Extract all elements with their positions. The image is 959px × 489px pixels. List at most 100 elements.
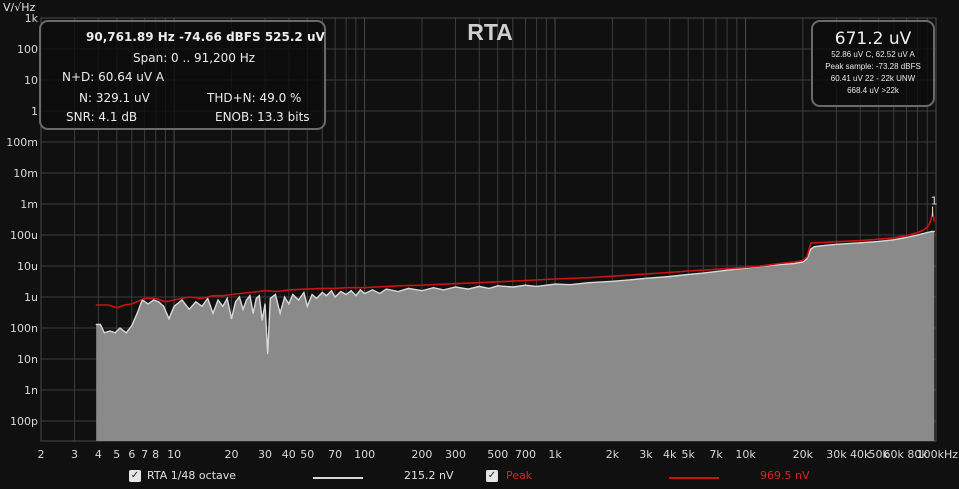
x-tick-label: 10 — [167, 448, 181, 461]
rta-point — [212, 312, 214, 314]
peak-point — [116, 307, 118, 309]
rta-point — [152, 299, 155, 301]
peak-point — [669, 271, 671, 274]
x-tick-label: 300 — [445, 448, 466, 461]
peak-point — [306, 288, 308, 290]
y-tick-label: 1n — [24, 384, 38, 397]
peak-point — [905, 235, 908, 237]
rta-point — [702, 272, 704, 274]
rta-point — [355, 295, 357, 297]
rta-point — [611, 280, 614, 282]
x-tick-label: 3 — [71, 448, 78, 461]
level-panel[interactable]: 671.2 uV 52.86 uV C, 62.52 uV A Peak sam… — [811, 20, 935, 107]
y-axis-unit: V/√Hz — [3, 1, 36, 14]
rta-point — [810, 248, 812, 250]
chart-title: RTA — [467, 19, 513, 45]
x-tick-label: 700 — [515, 448, 536, 461]
rta-point — [168, 318, 170, 320]
y-tick-label: 100 — [17, 43, 38, 56]
legend-rta-value: 215.2 nV — [404, 469, 454, 482]
rta-point — [778, 264, 780, 266]
peak-point — [893, 237, 895, 239]
y-tick-label: 10n — [17, 353, 38, 366]
rta-point — [588, 282, 590, 284]
rta-point — [926, 231, 928, 234]
peak-point — [588, 277, 590, 279]
rta-point — [162, 305, 165, 307]
y-tick-label: 10 — [24, 74, 38, 87]
rta-point — [385, 288, 387, 290]
rta-point — [242, 308, 244, 310]
x-tick-label: 5 — [113, 448, 120, 461]
peak-point — [277, 290, 279, 293]
rta-point — [813, 246, 816, 248]
x-tick-label: 6 — [128, 448, 135, 461]
rta-point — [269, 297, 271, 300]
peak-point — [124, 304, 126, 306]
rta-point — [274, 293, 276, 296]
rta-point — [316, 297, 318, 300]
x-tick-label: 5k — [682, 448, 696, 461]
peak-point — [645, 273, 647, 275]
rta-point — [252, 312, 254, 314]
rta-point — [283, 296, 286, 298]
rta-point — [238, 296, 240, 298]
rta-point — [222, 305, 224, 307]
rta-point — [488, 287, 490, 289]
peak-point — [878, 238, 880, 240]
peak-point — [144, 297, 146, 300]
rta-point — [173, 305, 175, 307]
rta-point — [306, 305, 308, 307]
y-tick-label: 10u — [17, 260, 38, 273]
span-readout: Span: 0 .. 91,200 Hz — [133, 51, 256, 65]
rta-point — [131, 324, 133, 327]
peak-checkbox[interactable]: ✓ — [486, 470, 498, 482]
rta-point — [292, 293, 294, 296]
peak-point — [421, 284, 423, 286]
peak-point — [916, 231, 919, 234]
peak-point — [363, 287, 366, 289]
rta-point — [905, 236, 908, 239]
peak-point — [793, 261, 795, 263]
x-tick-label: 7k — [709, 448, 723, 461]
rta-point — [345, 293, 347, 296]
peak-point — [802, 259, 804, 262]
x-tick-label: 20 — [224, 448, 238, 461]
rta-point — [820, 245, 822, 247]
rta-point — [340, 290, 342, 293]
snr-readout: SNR: 4.1 dB — [66, 110, 138, 124]
peak-point — [454, 283, 457, 285]
x-tick-label: 2 — [38, 448, 45, 461]
rta-point — [524, 284, 527, 286]
rta-point — [726, 269, 728, 271]
rta-point — [350, 290, 352, 292]
enob-readout: ENOB: 13.3 bits — [215, 110, 310, 124]
rta-point — [230, 318, 233, 320]
peak-point — [131, 303, 133, 305]
rta-point — [267, 352, 269, 355]
measurement-panel[interactable]: 90,761.89 Hz -74.66 dBFS 525.2 uV Span: … — [39, 20, 326, 130]
peak-point — [222, 295, 224, 297]
peak-point — [820, 241, 822, 244]
peak-point — [928, 223, 930, 225]
rta-point — [288, 303, 290, 305]
rta-point — [201, 305, 203, 307]
x-tick-label: 60k — [884, 448, 905, 461]
rta-point — [141, 299, 143, 301]
peak-point — [201, 297, 203, 300]
rta-checkbox[interactable]: ✓ — [129, 470, 141, 482]
peak-point — [288, 289, 290, 291]
rta-point — [933, 230, 935, 233]
x-tick-label: 3k — [639, 448, 653, 461]
peak-point — [859, 239, 861, 242]
peak-point — [744, 266, 747, 269]
rta-point — [793, 262, 795, 265]
rta-point — [432, 287, 435, 289]
peak-point — [687, 270, 689, 272]
rta-point — [536, 285, 538, 287]
rta-point — [188, 308, 190, 310]
rta-point — [181, 299, 183, 301]
rta-point — [569, 284, 571, 286]
peak-point — [806, 256, 808, 258]
y-tick-label: 1 — [31, 105, 38, 118]
